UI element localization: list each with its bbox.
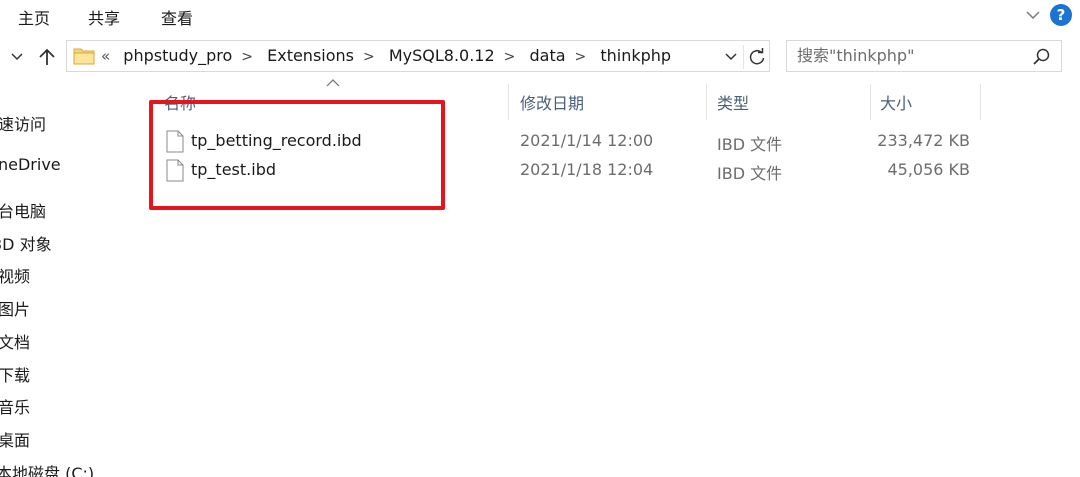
file-size: 45,056 KB bbox=[887, 160, 970, 179]
nav-downloads[interactable]: 下载 bbox=[0, 362, 30, 386]
file-name: tp_betting_record.ibd bbox=[191, 131, 362, 150]
address-divider bbox=[743, 45, 744, 69]
nav-music[interactable]: 音乐 bbox=[0, 394, 30, 418]
file-size: 233,472 KB bbox=[877, 131, 970, 150]
search-box bbox=[786, 40, 1062, 72]
column-header-size[interactable]: 大小 bbox=[880, 90, 912, 114]
column-divider[interactable] bbox=[870, 84, 871, 120]
recent-locations-icon[interactable] bbox=[10, 50, 24, 64]
file-date: 2021/1/18 12:04 bbox=[520, 160, 654, 179]
nav-quick-access[interactable]: 速访问 bbox=[0, 111, 46, 135]
breadcrumb-overflow[interactable]: « bbox=[101, 47, 110, 65]
breadcrumb-thinkphp[interactable]: thinkphp bbox=[600, 46, 671, 65]
nav-onedrive[interactable]: neDrive bbox=[0, 155, 61, 174]
column-header-name[interactable]: 名称 bbox=[164, 90, 196, 114]
address-dropdown-icon[interactable] bbox=[723, 50, 739, 64]
file-type: IBD 文件 bbox=[717, 164, 783, 183]
nav-desktop[interactable]: 桌面 bbox=[0, 427, 30, 451]
chevron-right-icon[interactable]: > bbox=[575, 49, 587, 65]
help-icon[interactable]: ? bbox=[1050, 4, 1072, 26]
file-row[interactable]: tp_betting_record.ibd 2021/1/14 12:00 IB… bbox=[160, 128, 990, 156]
ribbon-expand-icon[interactable] bbox=[1024, 6, 1042, 24]
ribbon: 主页 共享 查看 ? bbox=[0, 0, 1080, 32]
tab-share[interactable]: 共享 bbox=[88, 5, 120, 29]
refresh-icon[interactable] bbox=[747, 47, 767, 67]
nav-pictures[interactable]: 图片 bbox=[0, 296, 30, 320]
navigation-pane: 速访问 neDrive 台电脑 3D 对象 视频 图片 文档 下载 音乐 桌面 … bbox=[0, 80, 140, 477]
nav-this-pc[interactable]: 台电脑 bbox=[0, 198, 46, 222]
breadcrumb-extensions[interactable]: Extensions bbox=[267, 46, 354, 65]
nav-documents[interactable]: 文档 bbox=[0, 329, 30, 353]
column-divider[interactable] bbox=[706, 84, 707, 120]
breadcrumb-data[interactable]: data bbox=[529, 46, 565, 65]
file-icon bbox=[166, 159, 184, 182]
breadcrumb-phpstudy-pro[interactable]: phpstudy_pro bbox=[123, 46, 232, 65]
chevron-right-icon[interactable]: > bbox=[504, 49, 516, 65]
breadcrumb-mysql[interactable]: MySQL8.0.12 bbox=[389, 46, 495, 65]
tab-home[interactable]: 主页 bbox=[18, 5, 50, 29]
folder-icon bbox=[73, 48, 95, 65]
column-divider[interactable] bbox=[508, 84, 509, 120]
chevron-right-icon[interactable]: > bbox=[363, 49, 375, 65]
file-row[interactable]: tp_test.ibd 2021/1/18 12:04 IBD 文件 45,05… bbox=[160, 157, 990, 185]
search-icon[interactable] bbox=[1031, 47, 1051, 67]
nav-videos[interactable]: 视频 bbox=[0, 263, 30, 287]
nav-3d-objects[interactable]: 3D 对象 bbox=[0, 231, 52, 255]
file-name: tp_test.ibd bbox=[191, 160, 276, 179]
file-icon bbox=[166, 130, 184, 153]
column-header-type[interactable]: 类型 bbox=[717, 90, 749, 114]
sort-ascending-icon bbox=[326, 79, 340, 87]
breadcrumb: « phpstudy_pro > Extensions > MySQL8.0.12 >… bbox=[101, 46, 671, 65]
file-date: 2021/1/14 12:00 bbox=[520, 131, 654, 150]
column-divider[interactable] bbox=[980, 84, 981, 120]
address-bar[interactable]: « phpstudy_pro > Extensions > MySQL8.0.12 >… bbox=[66, 40, 770, 72]
search-input[interactable] bbox=[797, 46, 1017, 65]
column-header-date[interactable]: 修改日期 bbox=[520, 90, 584, 114]
address-row: « phpstudy_pro > Extensions > MySQL8.0.12 >… bbox=[0, 38, 1080, 76]
tab-view[interactable]: 查看 bbox=[161, 5, 193, 29]
file-type: IBD 文件 bbox=[717, 135, 783, 154]
nav-local-disk-c[interactable]: 本地磁盘 (C:) bbox=[0, 460, 94, 477]
up-arrow-icon[interactable] bbox=[36, 46, 58, 68]
chevron-right-icon[interactable]: > bbox=[241, 49, 253, 65]
